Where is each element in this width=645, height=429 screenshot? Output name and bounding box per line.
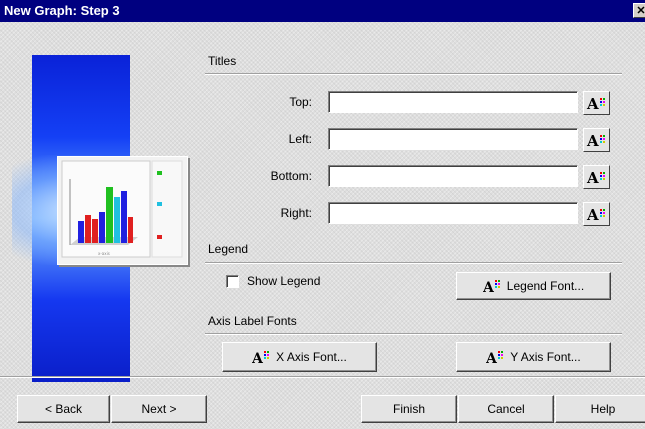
font-icon: A [586, 169, 605, 187]
bottom-font-button[interactable]: A [583, 165, 610, 189]
svg-text:A: A [586, 169, 599, 187]
titles-section-label: Titles [208, 54, 237, 68]
close-button[interactable]: ✕ [633, 3, 645, 18]
legend-divider [205, 262, 622, 264]
font-icon: A [586, 206, 605, 224]
bottom-label: Bottom: [270, 169, 312, 183]
font-icon: A [483, 280, 500, 294]
left-label: Left: [288, 132, 312, 146]
font-icon: A [252, 351, 270, 365]
svg-text:A: A [586, 95, 599, 113]
font-icon: A [586, 132, 605, 150]
y-axis-font-label: Y Axis Font... [510, 350, 581, 364]
right-font-button[interactable]: A [583, 202, 610, 226]
svg-text:A: A [486, 351, 498, 365]
cancel-button[interactable]: Cancel [458, 395, 554, 423]
svg-text:A: A [483, 280, 495, 294]
x-axis-font-button[interactable]: A X Axis Font... [222, 342, 377, 372]
next-button[interactable]: Next > [111, 395, 207, 423]
finish-button[interactable]: Finish [361, 395, 457, 423]
svg-text:A: A [252, 351, 264, 365]
axis-section-label: Axis Label Fonts [208, 314, 297, 328]
left-font-button[interactable]: A [583, 128, 610, 152]
legend-font-button[interactable]: A Legend Font... [456, 272, 611, 300]
chart-illustration-icon: x-axis [58, 157, 187, 264]
window-title: New Graph: Step 3 [4, 3, 120, 18]
show-legend-checkbox[interactable] [226, 275, 239, 288]
bottom-title-input[interactable] [328, 165, 578, 187]
top-title-input[interactable] [328, 91, 578, 113]
svg-text:A: A [586, 206, 599, 224]
y-axis-font-button[interactable]: A Y Axis Font... [456, 342, 611, 372]
back-button[interactable]: < Back [17, 395, 110, 423]
graph-preview-image: x-axis [57, 156, 188, 265]
legend-font-label: Legend Font... [506, 279, 585, 293]
dialog-client: x-axis Titles Top: A Left: A Bottom: A R… [0, 22, 645, 429]
titles-divider [205, 73, 622, 75]
font-icon: A [486, 351, 504, 365]
show-legend-label[interactable]: Show Legend [247, 274, 320, 288]
top-label: Top: [289, 95, 312, 109]
font-icon: A [586, 95, 605, 113]
x-axis-font-label: X Axis Font... [276, 350, 347, 364]
top-font-button[interactable]: A [583, 91, 610, 115]
axis-divider [205, 333, 622, 335]
help-button[interactable]: Help [555, 395, 645, 423]
legend-section-label: Legend [208, 242, 249, 256]
left-title-input[interactable] [328, 128, 578, 150]
right-label: Right: [280, 206, 312, 220]
footer-divider [0, 376, 645, 378]
title-bar: New Graph: Step 3 ✕ [0, 0, 645, 22]
right-title-input[interactable] [328, 202, 578, 224]
svg-text:A: A [586, 132, 599, 150]
svg-text:x-axis: x-axis [98, 251, 110, 256]
close-icon: ✕ [636, 5, 645, 17]
